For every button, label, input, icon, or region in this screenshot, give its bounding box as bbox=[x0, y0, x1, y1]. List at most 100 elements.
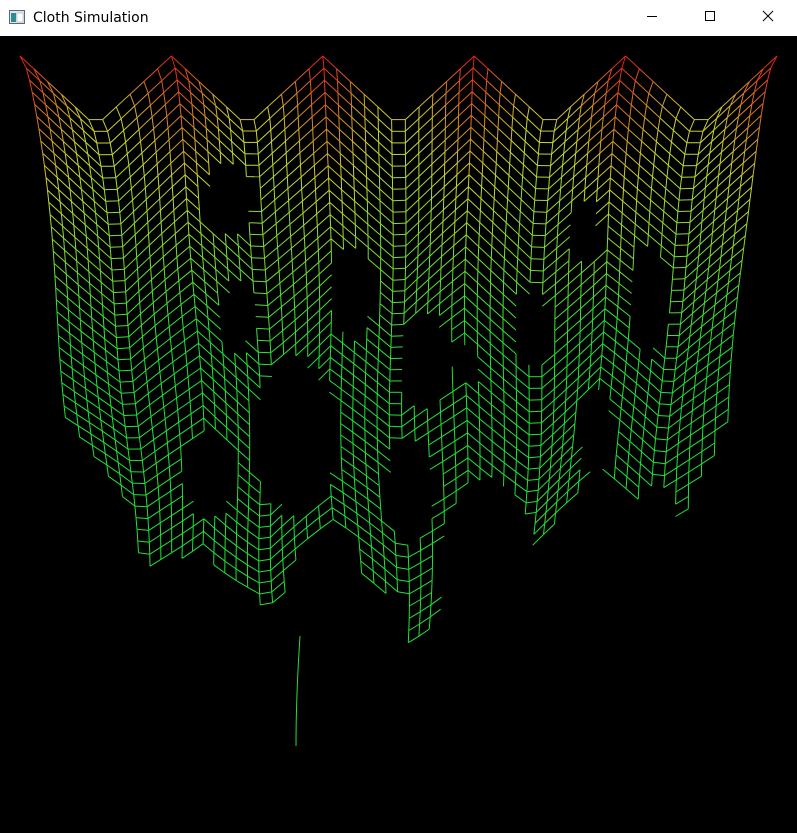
cloth-vertical-link bbox=[326, 129, 328, 142]
cloth-vertical-link bbox=[493, 186, 496, 199]
cloth-vertical-link bbox=[523, 141, 526, 154]
cloth-horizontal-link bbox=[655, 438, 668, 441]
cloth-vertical-link bbox=[138, 291, 141, 303]
cloth-horizontal-link bbox=[160, 198, 174, 211]
cloth-vertical-link bbox=[727, 186, 730, 199]
cloth-vertical-link bbox=[55, 287, 57, 300]
cloth-horizontal-link bbox=[550, 445, 563, 458]
cloth-horizontal-link bbox=[539, 456, 552, 469]
cloth-vertical-link bbox=[364, 452, 367, 465]
cloth-horizontal-link bbox=[600, 128, 615, 142]
cloth-horizontal-link bbox=[184, 330, 198, 341]
cloth-horizontal-link bbox=[177, 257, 192, 270]
cloth-vertical-link bbox=[715, 393, 718, 406]
cloth-horizontal-link bbox=[352, 397, 366, 408]
cloth-vertical-link bbox=[55, 299, 58, 312]
cloth-horizontal-link bbox=[720, 334, 734, 345]
cloth-vertical-link bbox=[274, 211, 277, 224]
cloth-horizontal-link bbox=[391, 323, 404, 326]
cloth-vertical-link bbox=[317, 250, 320, 263]
cloth-vertical-link bbox=[270, 352, 272, 365]
cloth-vertical-link bbox=[440, 256, 442, 269]
cloth-vertical-link bbox=[518, 222, 521, 235]
cloth-horizontal-link bbox=[126, 302, 141, 315]
cloth-horizontal-link bbox=[227, 268, 242, 282]
cloth-horizontal-link bbox=[554, 331, 568, 343]
cloth-horizontal-link bbox=[546, 200, 561, 213]
cloth-horizontal-link bbox=[393, 267, 406, 270]
cloth-horizontal-link bbox=[313, 141, 328, 154]
cloth-horizontal-link bbox=[510, 140, 525, 154]
cloth-horizontal-link bbox=[33, 68, 48, 82]
simulation-canvas[interactable] bbox=[0, 36, 797, 833]
cloth-vertical-link bbox=[756, 68, 764, 81]
cloth-horizontal-link bbox=[345, 527, 359, 538]
cloth-vertical-link bbox=[146, 506, 149, 519]
cloth-horizontal-link bbox=[116, 336, 129, 338]
cloth-horizontal-link bbox=[607, 237, 621, 249]
cloth-vertical-link bbox=[236, 389, 238, 402]
cloth-vertical-link bbox=[155, 337, 158, 349]
cloth-horizontal-link bbox=[110, 246, 123, 248]
cloth-vertical-link bbox=[675, 222, 678, 235]
title-bar[interactable]: Cloth Simulation bbox=[0, 0, 797, 36]
cloth-horizontal-link bbox=[340, 446, 354, 456]
cloth-horizontal-link bbox=[467, 457, 481, 469]
cloth-horizontal-link bbox=[714, 421, 729, 432]
cloth-vertical-link bbox=[612, 129, 615, 142]
cloth-vertical-link bbox=[157, 68, 163, 81]
cloth-horizontal-link bbox=[608, 213, 622, 226]
cloth-horizontal-link bbox=[248, 507, 260, 517]
cloth-horizontal-link bbox=[178, 413, 192, 423]
cloth-horizontal-link bbox=[429, 608, 441, 618]
cloth-horizontal-link bbox=[550, 153, 565, 167]
cloth-horizontal-link bbox=[677, 336, 691, 348]
cloth-horizontal-link bbox=[619, 259, 634, 271]
cloth-horizontal-link bbox=[693, 290, 707, 303]
cloth-horizontal-link bbox=[548, 176, 562, 190]
cloth-vertical-link bbox=[86, 248, 89, 261]
cloth-vertical-link bbox=[340, 165, 342, 178]
close-button[interactable] bbox=[745, 0, 791, 36]
cloth-vertical-link bbox=[151, 116, 155, 129]
cloth-horizontal-link bbox=[468, 186, 482, 199]
cloth-horizontal-link bbox=[637, 176, 652, 189]
cloth-vertical-link bbox=[507, 175, 510, 188]
cloth-vertical-link bbox=[201, 380, 203, 394]
cloth-horizontal-link bbox=[478, 234, 493, 247]
cloth-horizontal-link bbox=[637, 188, 651, 201]
cloth-horizontal-link bbox=[571, 189, 586, 202]
cloth-horizontal-link bbox=[378, 165, 393, 179]
cloth-horizontal-link bbox=[741, 162, 756, 176]
cloth-vertical-link bbox=[688, 447, 691, 460]
cloth-horizontal-link bbox=[319, 310, 332, 323]
maximize-button[interactable] bbox=[687, 0, 733, 36]
cloth-vertical-link bbox=[729, 93, 737, 107]
minimize-button[interactable] bbox=[629, 0, 675, 36]
cloth-horizontal-link bbox=[491, 452, 505, 464]
cloth-vertical-link bbox=[318, 505, 320, 518]
cloth-horizontal-link bbox=[441, 245, 455, 257]
cloth-horizontal-link bbox=[247, 575, 260, 584]
cloth-vertical-link bbox=[208, 330, 211, 343]
cloth-vertical-link bbox=[505, 210, 508, 223]
cloth-vertical-link bbox=[151, 279, 153, 292]
cloth-horizontal-link bbox=[259, 514, 271, 517]
cloth-horizontal-link bbox=[186, 210, 201, 223]
cloth-horizontal-link bbox=[716, 174, 731, 188]
cloth-vertical-link bbox=[95, 212, 98, 225]
cloth-horizontal-link bbox=[444, 139, 459, 153]
cloth-horizontal-link bbox=[140, 439, 154, 450]
cloth-horizontal-link bbox=[678, 422, 692, 432]
cloth-vertical-link bbox=[537, 479, 540, 491]
cloth-vertical-link bbox=[127, 325, 130, 337]
cloth-horizontal-link bbox=[503, 450, 517, 461]
cloth-horizontal-link bbox=[404, 118, 420, 132]
cloth-horizontal-link bbox=[467, 445, 481, 456]
cloth-horizontal-link bbox=[49, 214, 63, 227]
cloth-horizontal-link bbox=[353, 352, 367, 363]
cloth-horizontal-link bbox=[104, 338, 118, 350]
cloth-horizontal-link bbox=[106, 361, 120, 372]
cloth-vertical-link bbox=[441, 244, 443, 257]
cloth-horizontal-link bbox=[364, 117, 379, 131]
